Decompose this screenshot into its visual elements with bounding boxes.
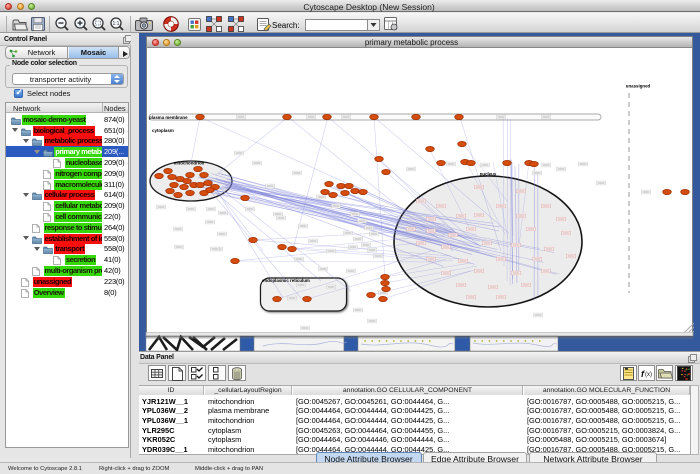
svg-text:Search:: Search: bbox=[272, 21, 300, 30]
svg-text:1:1: 1:1 bbox=[113, 21, 120, 27]
svg-text:cytoplasm: cytoplasm bbox=[152, 128, 174, 133]
svg-text:nucleus: nucleus bbox=[480, 171, 497, 176]
svg-text:unassigned: unassigned bbox=[626, 83, 651, 88]
svg-text:mitochondrion: mitochondrion bbox=[174, 160, 205, 165]
svg-text:plasma membrane: plasma membrane bbox=[149, 115, 188, 120]
svg-text:(x): (x) bbox=[645, 372, 652, 378]
